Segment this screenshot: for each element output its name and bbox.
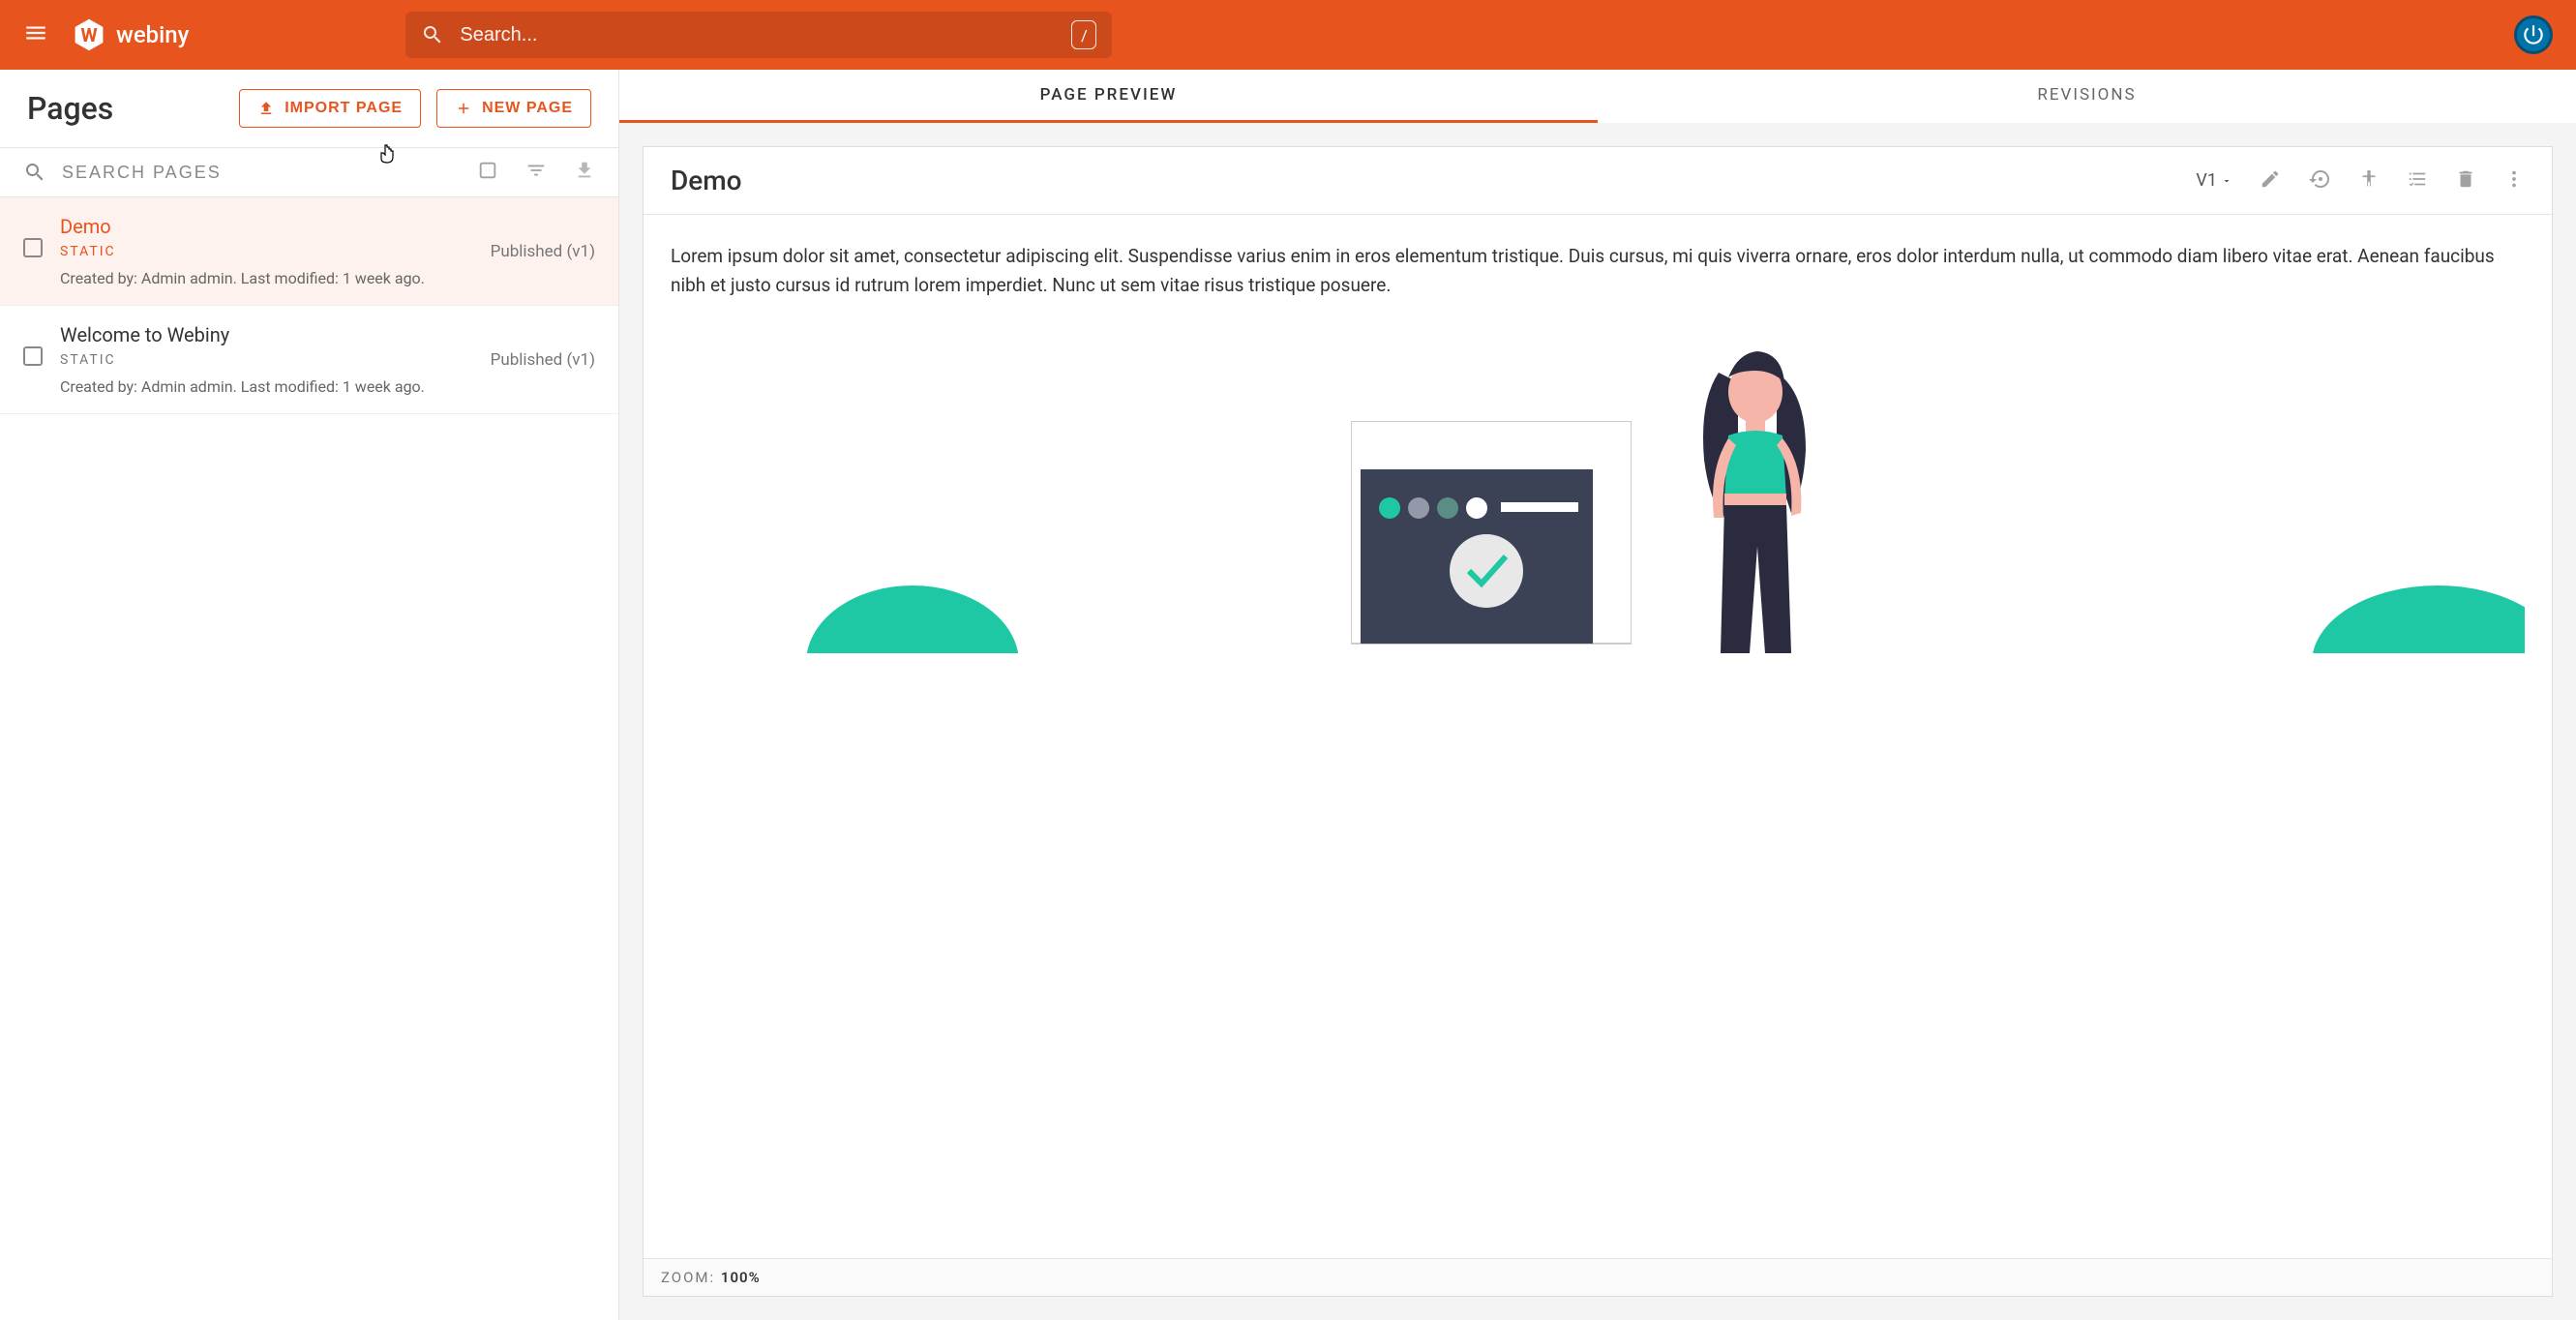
preview-illustration (671, 324, 2525, 653)
blob-left (806, 566, 1019, 653)
page-type: STATIC (60, 352, 473, 368)
page-checkbox[interactable] (23, 346, 43, 366)
global-search-input[interactable] (460, 24, 1056, 46)
preview-title: Demo (671, 165, 742, 196)
import-page-button[interactable]: IMPORT PAGE (239, 89, 421, 128)
preview-body: Lorem ipsum dolor sit amet, consectetur … (644, 215, 2552, 1258)
preview-panel: PAGE PREVIEW REVISIONS Demo V1 (619, 70, 2576, 1320)
zoom-label: ZOOM: (661, 1269, 715, 1286)
search-shortcut-hint: / (1071, 20, 1096, 49)
pages-title: Pages (27, 90, 113, 127)
page-type: STATIC (60, 244, 473, 259)
version-selector[interactable]: V1 (2196, 170, 2232, 191)
checklist-icon[interactable] (2407, 168, 2428, 194)
pages-actions: IMPORT PAGE NEW PAGE (239, 89, 591, 128)
import-page-label: IMPORT PAGE (285, 100, 403, 117)
person-illustration (1670, 324, 1844, 653)
preview-text: Lorem ipsum dolor sit amet, consectetur … (671, 242, 2525, 301)
top-bar: W webiny / (0, 0, 2576, 70)
preview-container: Demo V1 (619, 123, 2576, 1320)
main-layout: Pages IMPORT PAGE NEW PAGE (0, 70, 2576, 1320)
page-item[interactable]: Welcome to Webiny STATIC Created by: Adm… (0, 306, 618, 414)
preview-tabs: PAGE PREVIEW REVISIONS (619, 70, 2576, 123)
user-avatar[interactable] (2514, 15, 2553, 54)
hamburger-menu-icon[interactable] (23, 20, 48, 49)
delete-icon[interactable] (2455, 168, 2476, 194)
select-all-checkbox[interactable] (477, 160, 498, 185)
browser-illustration (1351, 421, 1632, 653)
global-search[interactable]: / (405, 12, 1112, 58)
page-status: Published (v1) (491, 350, 595, 370)
pages-search-row (0, 147, 618, 197)
preview-header: Demo V1 (644, 147, 2552, 215)
chevron-down-icon (2221, 175, 2232, 187)
plus-icon (455, 100, 472, 117)
filter-icon[interactable] (525, 160, 547, 185)
page-status: Published (v1) (491, 242, 595, 261)
preview-card: Demo V1 (643, 146, 2553, 1297)
zoom-bar: ZOOM: 100% (644, 1258, 2552, 1296)
edit-icon[interactable] (2260, 168, 2281, 194)
svg-text:W: W (80, 24, 97, 46)
pages-list: Demo STATIC Created by: Admin admin. Las… (0, 197, 618, 1320)
search-icon (23, 161, 46, 184)
tab-revisions[interactable]: REVISIONS (1598, 70, 2576, 123)
new-page-button[interactable]: NEW PAGE (436, 89, 591, 128)
page-checkbox[interactable] (23, 238, 43, 257)
version-label: V1 (2196, 170, 2217, 191)
accessibility-icon[interactable] (2358, 168, 2380, 194)
restore-icon[interactable] (2308, 167, 2331, 195)
search-icon (421, 23, 444, 46)
page-item[interactable]: Demo STATIC Created by: Admin admin. Las… (0, 197, 618, 306)
page-name: Welcome to Webiny (60, 323, 473, 346)
brand-name: webiny (116, 21, 189, 48)
tab-page-preview[interactable]: PAGE PREVIEW (619, 70, 1598, 123)
search-pages-input[interactable] (62, 163, 462, 183)
pages-panel: Pages IMPORT PAGE NEW PAGE (0, 70, 619, 1320)
download-icon[interactable] (574, 160, 595, 185)
blob-right (2312, 566, 2525, 653)
pages-header: Pages IMPORT PAGE NEW PAGE (0, 70, 618, 147)
preview-actions: V1 (2196, 167, 2525, 195)
new-page-label: NEW PAGE (482, 100, 573, 117)
brand-logo[interactable]: W webiny (72, 17, 189, 52)
page-name: Demo (60, 215, 473, 238)
more-icon[interactable] (2503, 168, 2525, 194)
upload-icon (257, 100, 275, 117)
zoom-value: 100% (721, 1269, 761, 1286)
logo-hex-icon: W (72, 17, 106, 52)
page-meta: Created by: Admin admin. Last modified: … (60, 269, 473, 287)
power-icon (2521, 22, 2546, 47)
page-meta: Created by: Admin admin. Last modified: … (60, 377, 473, 396)
